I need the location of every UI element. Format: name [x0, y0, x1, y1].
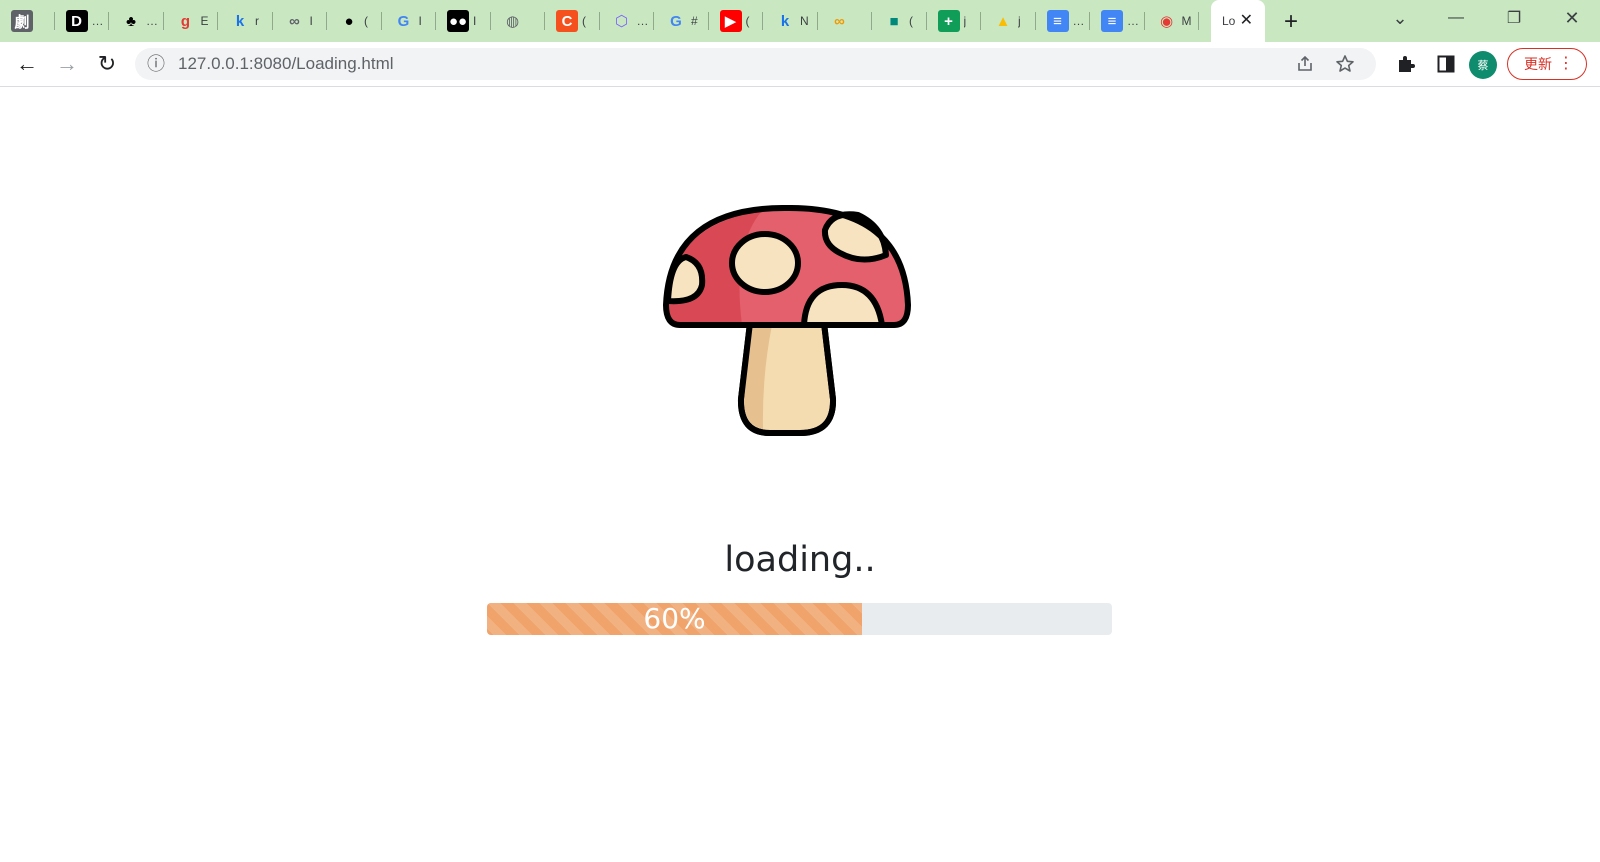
- tab-favicon-icon: G: [670, 12, 682, 30]
- browser-tab[interactable]: GI: [382, 0, 436, 42]
- browser-tab[interactable]: G #: [654, 0, 709, 42]
- tab-title: M: [1181, 14, 1192, 28]
- tab-favicon-icon: D: [65, 10, 88, 32]
- browser-tab[interactable]: ∞: [818, 0, 872, 42]
- mushroom-image: [662, 204, 938, 442]
- browser-tab[interactable]: ≡…: [1090, 0, 1145, 42]
- tab-strip: 劇 D… ♣… g Ek r ∞ I ●(G I ●● I ◍ C(⬡… G # ▶(k N ∞ ■(+ j ▲ j ≡… ≡……: [0, 0, 1600, 42]
- tab-title: j: [963, 14, 967, 28]
- tab-favicon-icon: ■: [889, 12, 899, 30]
- tab-title: I: [418, 14, 422, 28]
- tab-favicon-icon: ▶: [719, 10, 742, 32]
- share-icon[interactable]: [1296, 55, 1314, 78]
- reload-button[interactable]: ↻: [91, 48, 123, 80]
- close-window-button[interactable]: ✕: [1548, 0, 1596, 36]
- browser-tab[interactable]: D…: [55, 0, 109, 42]
- tab-favicon-icon: k: [235, 12, 245, 30]
- bookmark-star-icon[interactable]: [1335, 54, 1355, 79]
- browser-tab[interactable]: ∞ I: [273, 0, 327, 42]
- browser-tab[interactable]: ●(: [327, 0, 382, 42]
- tab-favicon-icon: ◍: [505, 13, 520, 30]
- tab-title: (: [582, 14, 586, 28]
- tab-favicon-icon: C: [556, 10, 578, 32]
- tab-favicon-icon: ●: [344, 12, 354, 30]
- forward-button[interactable]: →: [51, 48, 83, 80]
- tab-title: r: [255, 14, 259, 28]
- progress-bar-track: 60%: [487, 603, 1112, 635]
- tab-favicon-icon: ∞: [834, 12, 845, 30]
- browser-tab[interactable]: + j: [927, 0, 981, 42]
- tab-favicon-icon: ⬡: [614, 13, 629, 30]
- tab-title: N: [800, 14, 809, 28]
- tab-search-icon[interactable]: ⌄: [1376, 0, 1424, 36]
- tab-favicon-icon: ∞: [289, 12, 300, 30]
- tab-title: …: [636, 14, 649, 28]
- tab-favicon-icon: g: [180, 12, 191, 30]
- back-button[interactable]: ←: [11, 48, 43, 80]
- browser-tab[interactable]: C(: [545, 0, 600, 42]
- menu-dots-icon[interactable]: ⋮: [1558, 55, 1574, 73]
- new-tab-button[interactable]: +: [1277, 8, 1305, 36]
- site-info-icon[interactable]: ⓘ: [147, 48, 165, 80]
- extensions-icon[interactable]: [1390, 48, 1422, 80]
- progress-bar-fill: 60%: [487, 603, 862, 635]
- browser-tab[interactable]: ⬡…: [600, 0, 654, 42]
- profile-avatar[interactable]: 蔡: [1469, 51, 1497, 79]
- tab-title: E: [200, 14, 209, 28]
- browser-tab[interactable]: ▶(: [709, 0, 763, 42]
- tab-favicon-icon: +: [937, 10, 960, 32]
- browser-tab[interactable]: kr: [218, 0, 273, 42]
- minimize-button[interactable]: —: [1432, 0, 1480, 36]
- tab-title: …: [1127, 14, 1139, 28]
- browser-tab[interactable]: ◉ M: [1145, 0, 1199, 42]
- tab-title: #: [691, 14, 698, 28]
- browser-tab[interactable]: ▲ j: [981, 0, 1036, 42]
- browser-tab[interactable]: ◍: [491, 0, 545, 42]
- tab-title: I: [309, 14, 313, 28]
- tab-favicon-icon: ●●: [447, 10, 469, 32]
- active-tab-title: Lo: [1222, 14, 1236, 28]
- browser-tab[interactable]: ≡…: [1036, 0, 1090, 42]
- browser-toolbar: ← → ↻ ⓘ 127.0.0.1:8080/Loading.html: [0, 42, 1600, 87]
- tab-favicon-icon: ≡: [1101, 10, 1123, 32]
- browser-tab[interactable]: gE: [164, 0, 218, 42]
- tab-title: …: [91, 14, 104, 28]
- loading-text: loading..: [724, 540, 876, 580]
- tab-title: (: [745, 14, 750, 28]
- tab-favicon-icon: ♣: [126, 12, 136, 30]
- restore-button[interactable]: ❐: [1490, 0, 1538, 36]
- browser-tab[interactable]: ■(: [872, 0, 927, 42]
- browser-tab[interactable]: kN: [763, 0, 818, 42]
- tab-active[interactable]: Lo ✕: [1211, 0, 1265, 42]
- tab-favicon-icon: ▲: [995, 12, 1011, 30]
- browser-tab[interactable]: ●● I: [436, 0, 491, 42]
- tab-favicon-icon: G: [397, 12, 410, 30]
- update-label: 更新: [1524, 56, 1552, 72]
- update-button[interactable]: 更新 ⋮: [1507, 48, 1587, 80]
- side-panel-icon[interactable]: [1430, 48, 1462, 80]
- url-text[interactable]: 127.0.0.1:8080/Loading.html: [178, 48, 394, 80]
- tab-title: …: [146, 14, 158, 28]
- browser-tab[interactable]: 劇: [0, 0, 55, 42]
- tab-title: (: [364, 14, 368, 28]
- tab-favicon-icon: 劇: [11, 10, 33, 32]
- tab-favicon-icon: ◉: [1159, 13, 1174, 30]
- tab-separator: [1198, 12, 1199, 30]
- close-tab-icon[interactable]: ✕: [1240, 11, 1253, 31]
- tab-title: I: [473, 14, 477, 28]
- tab-title: (: [909, 14, 913, 28]
- tab-favicon-icon: k: [780, 12, 790, 30]
- address-bar[interactable]: ⓘ 127.0.0.1:8080/Loading.html: [135, 48, 1376, 80]
- tab-title: …: [1072, 14, 1085, 28]
- browser-tab[interactable]: ♣…: [109, 0, 164, 42]
- tab-title: j: [1018, 14, 1021, 28]
- tab-favicon-icon: ≡: [1046, 10, 1069, 32]
